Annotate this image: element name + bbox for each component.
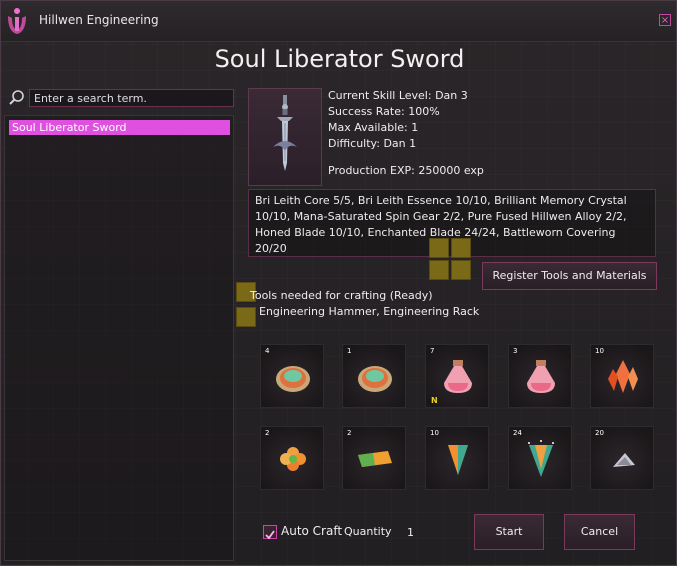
recipe-list[interactable]: Soul Liberator Sword [4, 115, 234, 561]
placeholder-tile [429, 238, 449, 258]
material-slot[interactable]: 20 [590, 426, 654, 490]
auto-craft-checkbox[interactable] [263, 525, 277, 540]
new-tag: N [431, 396, 438, 405]
material-slot[interactable]: 1 [342, 344, 406, 408]
success-rate-text: Success Rate: 100% [328, 105, 440, 118]
alloy-icon [358, 451, 392, 467]
placeholder-tile [451, 260, 471, 280]
bri-leith-core-icon [358, 366, 392, 392]
slot-quantity: 10 [430, 429, 439, 437]
material-slot[interactable]: 2 [342, 426, 406, 490]
slot-quantity: 20 [595, 429, 604, 437]
slot-quantity: 7 [430, 347, 435, 355]
slot-quantity: 2 [347, 429, 352, 437]
crystal-icon [608, 360, 638, 393]
start-button[interactable]: Start [474, 514, 544, 550]
spin-gear-icon [280, 447, 306, 471]
slot-quantity: 10 [595, 347, 604, 355]
checkmark-icon [265, 530, 275, 540]
quantity-value[interactable]: 1 [407, 526, 414, 539]
slot-quantity: 24 [513, 429, 522, 437]
production-exp-text: Production EXP: 250000 exp [328, 164, 484, 177]
max-available-text: Max Available: 1 [328, 121, 419, 134]
material-slot[interactable]: 3 [508, 344, 572, 408]
material-slot[interactable]: 24 [508, 426, 572, 490]
potion-icon [527, 360, 555, 393]
list-item-selected[interactable]: Soul Liberator Sword [9, 120, 230, 135]
material-slot[interactable]: 10 [425, 426, 489, 490]
item-thumbnail [248, 88, 322, 186]
sword-icon [273, 95, 297, 171]
auto-craft-label: Auto Craft [281, 524, 343, 538]
enchanted-blade-icon [528, 440, 554, 477]
search-input[interactable] [29, 89, 234, 107]
search-icon [9, 90, 24, 105]
difficulty-text: Difficulty: Dan 1 [328, 137, 417, 150]
covering-icon [613, 453, 635, 467]
honed-blade-icon [448, 445, 468, 475]
slot-quantity: 3 [513, 347, 518, 355]
bri-leith-core-icon [276, 366, 310, 392]
close-button[interactable]: × [659, 14, 671, 26]
placeholder-tile [429, 260, 449, 280]
potion-icon [444, 360, 472, 393]
item-name-heading: Soul Liberator Sword [214, 45, 465, 73]
material-slot[interactable]: 10 [590, 344, 654, 408]
quantity-label: Quantity [344, 525, 392, 538]
cancel-button[interactable]: Cancel [564, 514, 635, 550]
guild-crest-icon [8, 8, 26, 34]
slot-quantity: 1 [347, 347, 352, 355]
material-slot[interactable]: 2 [260, 426, 324, 490]
title-bar[interactable]: Hillwen Engineering × [1, 1, 676, 42]
window-title: Hillwen Engineering [39, 13, 159, 27]
crafting-window: Hillwen Engineering × Soul Liberator Swo… [0, 0, 677, 566]
placeholder-tile [236, 307, 256, 327]
material-slot[interactable]: 4 [260, 344, 324, 408]
tools-label: Tools needed for crafting (Ready) [250, 289, 433, 302]
register-tools-button[interactable]: Register Tools and Materials [482, 262, 657, 290]
skill-level-text: Current Skill Level: Dan 3 [328, 89, 468, 102]
tools-list: Engineering Hammer, Engineering Rack [259, 305, 480, 318]
slot-quantity: 4 [265, 347, 270, 355]
slot-quantity: 2 [265, 429, 270, 437]
material-slot[interactable]: 7 N [425, 344, 489, 408]
placeholder-tile [451, 238, 471, 258]
